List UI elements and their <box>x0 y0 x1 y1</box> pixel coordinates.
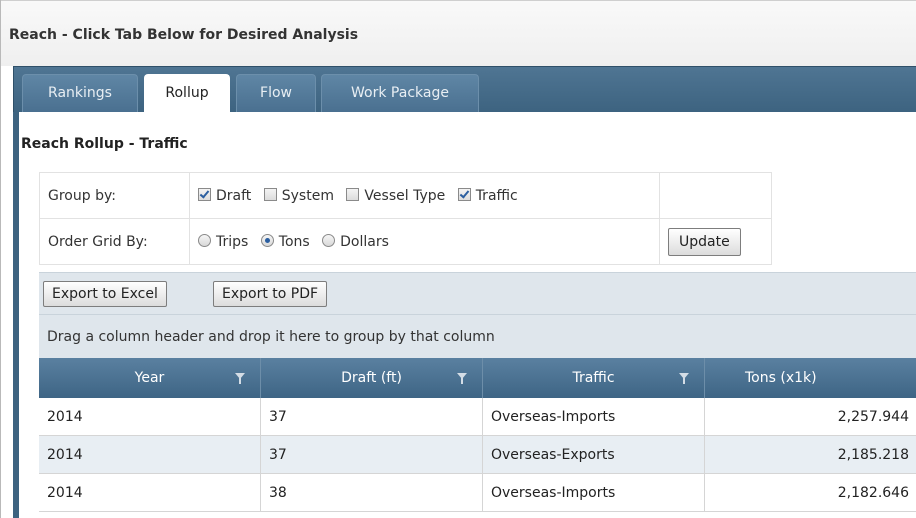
column-header-year[interactable]: Year <box>39 358 261 398</box>
group-by-options: Draft System Vessel Type Traffic <box>189 172 660 219</box>
title-bar: Reach - Click Tab Below for Desired Anal… <box>1 0 916 66</box>
cell-traffic: Overseas-Imports <box>483 398 705 436</box>
traffic-checkbox[interactable]: Traffic <box>457 187 518 204</box>
window-frame: Reach - Click Tab Below for Desired Anal… <box>0 0 916 518</box>
cell-traffic: Overseas-Imports <box>483 474 705 512</box>
checkbox-checked-icon[interactable] <box>198 187 211 201</box>
tab-label: Rollup <box>165 85 209 101</box>
cell-draft: 38 <box>261 474 483 512</box>
table-row[interactable]: 2014 37 Overseas-Exports 2,185.218 <box>39 436 916 474</box>
column-header-tons[interactable]: Tons (x1k) <box>705 358 916 398</box>
cell-draft: 37 <box>261 398 483 436</box>
update-button[interactable]: Update <box>668 227 741 256</box>
grid-header: Year Draft (ft) Traffic Tons (x1k) <box>39 358 916 398</box>
tab-label: Work Package <box>351 85 449 101</box>
tab-flow[interactable]: Flow <box>236 74 316 112</box>
table-row[interactable]: 2014 37 Overseas-Imports 2,257.944 <box>39 398 916 436</box>
filter-icon[interactable] <box>457 373 467 384</box>
order-by-label: Order Grid By: <box>39 218 190 265</box>
radio-unselected-icon[interactable] <box>322 233 336 247</box>
order-by-options: Trips Tons Dollars <box>189 218 660 265</box>
checkbox-checked-icon[interactable] <box>457 187 471 201</box>
tab-strip: Rankings Rollup Flow Work Package <box>13 66 916 114</box>
column-header-traffic[interactable]: Traffic <box>483 358 705 398</box>
checkbox-unchecked-icon[interactable] <box>346 187 360 201</box>
trips-radio[interactable]: Trips <box>198 233 248 250</box>
column-header-draft[interactable]: Draft (ft) <box>261 358 483 398</box>
cell-draft: 37 <box>261 436 483 474</box>
group-hint-text: Drag a column header and drop it here to… <box>47 329 495 345</box>
system-checkbox[interactable]: System <box>263 187 334 204</box>
tab-work-package[interactable]: Work Package <box>321 74 479 112</box>
tab-label: Rankings <box>48 85 112 101</box>
cell-tons: 2,185.218 <box>837 447 909 463</box>
export-excel-button[interactable]: Export to Excel <box>43 281 167 307</box>
group-by-label: Group by: <box>39 172 190 219</box>
radio-unselected-icon[interactable] <box>198 233 211 247</box>
empty-cell <box>659 172 772 219</box>
export-pdf-button[interactable]: Export to PDF <box>213 281 328 307</box>
cell-tons: 2,182.646 <box>837 485 909 501</box>
cell-year: 2014 <box>39 474 261 512</box>
options-table: Group by: Draft System Vessel Type Traff… <box>39 172 772 265</box>
tab-rankings[interactable]: Rankings <box>22 74 138 112</box>
tons-radio[interactable]: Tons <box>260 233 310 250</box>
filter-icon[interactable] <box>235 373 245 384</box>
cell-traffic: Overseas-Exports <box>483 436 705 474</box>
page-title: Reach - Click Tab Below for Desired Anal… <box>9 27 359 43</box>
filter-icon[interactable] <box>679 373 689 384</box>
cell-tons: 2,257.944 <box>837 409 909 425</box>
section-title: Reach Rollup - Traffic <box>21 136 188 152</box>
tab-rollup[interactable]: Rollup <box>144 74 230 114</box>
table-row[interactable]: 2014 38 Overseas-Imports 2,182.646 <box>39 474 916 512</box>
grid-toolbar: Export to Excel Export to PDF <box>39 272 916 314</box>
tab-label: Flow <box>260 85 292 101</box>
vessel-type-checkbox[interactable]: Vessel Type <box>346 187 445 204</box>
update-cell: Update <box>659 218 772 265</box>
cell-year: 2014 <box>39 398 261 436</box>
draft-checkbox[interactable]: Draft <box>198 187 251 204</box>
cell-year: 2014 <box>39 436 261 474</box>
dollars-radio[interactable]: Dollars <box>322 233 389 250</box>
radio-selected-icon[interactable] <box>260 233 274 247</box>
group-drop-area[interactable]: Drag a column header and drop it here to… <box>39 314 916 358</box>
checkbox-unchecked-icon[interactable] <box>263 187 277 201</box>
